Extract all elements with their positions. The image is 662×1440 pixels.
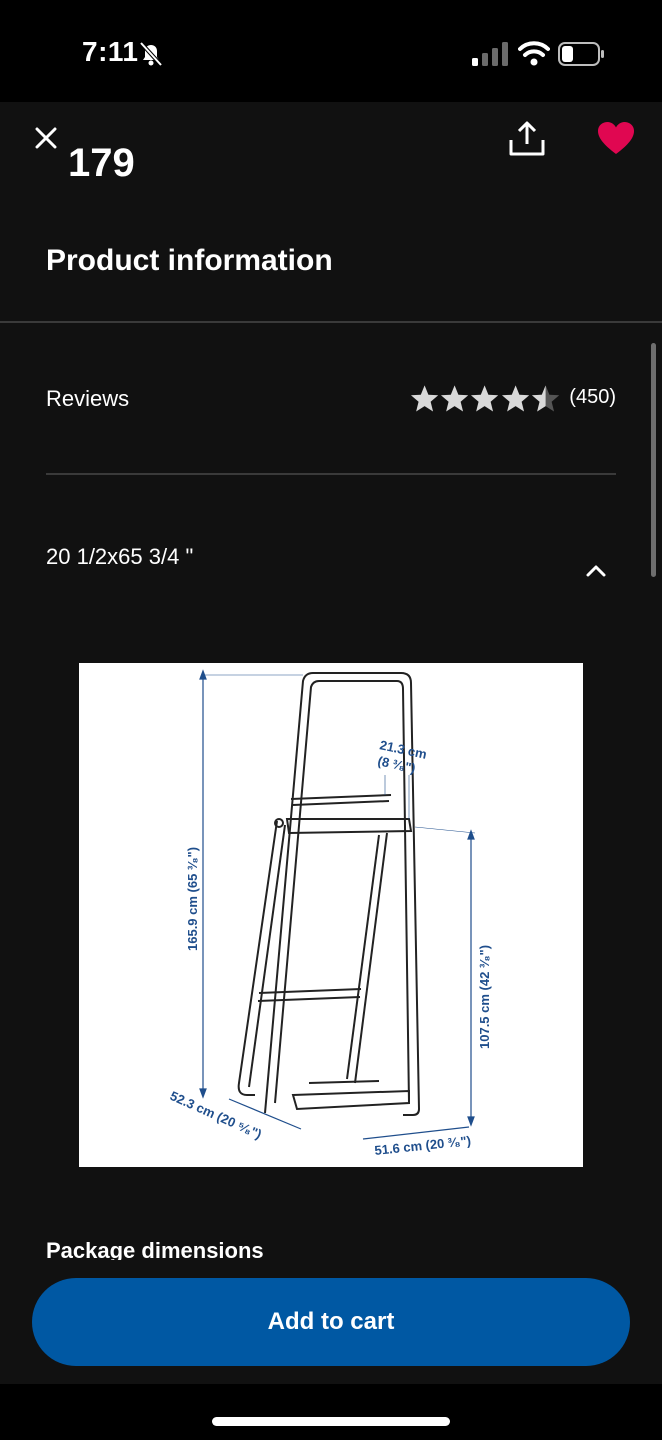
package-dimensions-title: Package dimensions <box>46 1238 264 1260</box>
price-fragment: 179 <box>68 148 135 185</box>
rating-stars <box>410 384 560 414</box>
heart-favorite-icon[interactable] <box>596 120 636 156</box>
bell-slash-icon <box>139 41 163 67</box>
star-full-icon <box>501 385 529 412</box>
reviews-count: (450) <box>569 386 616 408</box>
chevron-up-icon[interactable] <box>582 558 610 582</box>
bottom-bar <box>0 1384 662 1440</box>
share-icon[interactable] <box>506 118 548 160</box>
star-full-icon <box>410 385 439 412</box>
dimensions-diagram: 165.9 cm (65 ³⁄₈") 107.5 cm (42 ³⁄₈") 21… <box>79 663 583 1167</box>
divider <box>46 473 616 475</box>
reviews-row[interactable]: Reviews (450) <box>46 370 616 430</box>
scrollbar[interactable] <box>651 343 656 577</box>
divider <box>0 321 662 323</box>
star-full-icon <box>441 385 469 412</box>
star-full-icon <box>471 385 499 412</box>
cellular-signal-icon <box>472 42 508 66</box>
height-shelf-label: 107.5 cm (42 ³⁄₈") <box>477 945 492 1049</box>
height-total-label: 165.9 cm (65 ³⁄₈") <box>185 847 200 951</box>
add-to-cart-button[interactable]: Add to cart <box>32 1278 630 1366</box>
star-half-icon <box>531 385 560 412</box>
size-label: 20 1/2x65 3/4 " <box>46 544 194 569</box>
status-time: 7:11 <box>82 36 139 67</box>
wifi-icon <box>518 41 550 66</box>
close-icon[interactable] <box>28 120 64 156</box>
reviews-label: Reviews <box>46 386 130 411</box>
battery-icon <box>558 42 604 66</box>
home-indicator[interactable] <box>212 1417 450 1426</box>
section-title: Product information <box>46 244 333 277</box>
depth-base-label: 52.3 cm (20 ⁵⁄₈") <box>168 1088 264 1142</box>
mirror-stand-drawing: 165.9 cm (65 ³⁄₈") 107.5 cm (42 ³⁄₈") 21… <box>168 669 492 1158</box>
